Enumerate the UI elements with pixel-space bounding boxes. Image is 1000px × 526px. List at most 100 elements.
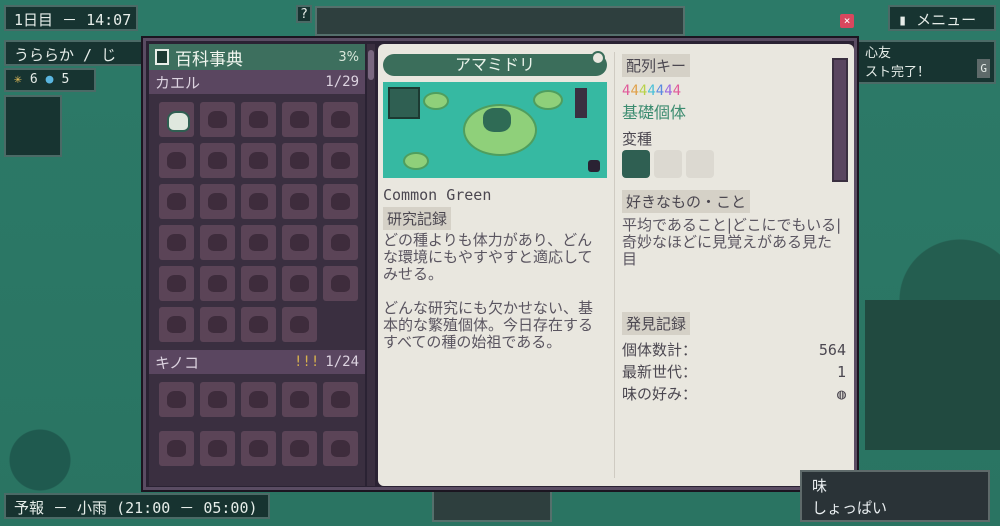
- unknown-species-silhouette: [167, 152, 186, 169]
- resource-2: 5: [61, 72, 70, 87]
- species-slot[interactable]: [200, 307, 235, 342]
- species-slot[interactable]: [241, 102, 276, 137]
- species-slot[interactable]: [323, 143, 358, 178]
- encyclopedia-title: 百科事典: [175, 49, 243, 70]
- unknown-species-silhouette: [167, 440, 186, 457]
- help-button[interactable]: ?: [296, 5, 312, 23]
- unknown-species-silhouette: [290, 275, 309, 292]
- unknown-species-silhouette: [167, 193, 186, 210]
- species-slot[interactable]: [200, 143, 235, 178]
- species-slot[interactable]: [282, 307, 317, 342]
- species-slot[interactable]: [323, 266, 358, 301]
- frog-sprite: [483, 108, 511, 132]
- species-slot[interactable]: [159, 382, 194, 417]
- close-icon[interactable]: ×: [840, 14, 854, 28]
- unknown-species-silhouette: [249, 275, 268, 292]
- species-slot[interactable]: [282, 143, 317, 178]
- species-slot[interactable]: [241, 143, 276, 178]
- species-name-en: Common Green: [383, 186, 492, 204]
- section-count: 1/24: [325, 354, 359, 370]
- unknown-species-silhouette: [290, 193, 309, 210]
- variant-slot[interactable]: [622, 150, 650, 178]
- stat-value: 1: [836, 363, 846, 381]
- unknown-species-silhouette: [208, 440, 227, 457]
- species-slot[interactable]: [159, 431, 194, 466]
- unknown-species-silhouette: [249, 193, 268, 210]
- unknown-species-silhouette: [249, 440, 268, 457]
- species-slot[interactable]: [323, 184, 358, 219]
- tool-bar-top[interactable]: [315, 6, 685, 36]
- unknown-species-silhouette: [208, 275, 227, 292]
- taste-icon[interactable]: ◍: [837, 383, 846, 405]
- species-slot[interactable]: [159, 225, 194, 260]
- species-slot[interactable]: [323, 382, 358, 417]
- unknown-species-silhouette: [208, 152, 227, 169]
- species-name-banner: アマミドリ: [383, 51, 607, 76]
- species-slot[interactable]: [241, 225, 276, 260]
- variant-slots: [622, 150, 846, 182]
- tooltip-text: しょっぱい: [812, 499, 888, 517]
- camera-icon[interactable]: [588, 160, 600, 172]
- scrollbar-thumb[interactable]: [368, 50, 374, 80]
- species-slot[interactable]: [200, 225, 235, 260]
- tool-bar-bottom[interactable]: [432, 490, 552, 522]
- species-slot[interactable]: [323, 225, 358, 260]
- unknown-species-silhouette: [290, 152, 309, 169]
- section-count: 1/29: [325, 74, 359, 90]
- quest-notice-line1: 心友: [865, 46, 892, 61]
- terrain-patch: [865, 300, 1000, 450]
- sequence-digit: 4: [664, 83, 673, 99]
- species-slot[interactable]: [241, 382, 276, 417]
- encyclopedia-header: 百科事典 3%: [149, 44, 365, 70]
- species-slot[interactable]: [241, 184, 276, 219]
- species-list-panel: 百科事典 3% カエル 1/29 キノコ !!! 1/24: [149, 44, 365, 486]
- sequence-digit: 4: [647, 83, 656, 99]
- species-slot[interactable]: [159, 307, 194, 342]
- menu-button[interactable]: ▮ メニュー: [888, 5, 996, 31]
- variant-slot[interactable]: [686, 150, 714, 178]
- species-slot[interactable]: [200, 431, 235, 466]
- date-time-display: 1日目 － 14:07: [4, 5, 138, 31]
- species-slot[interactable]: [241, 307, 276, 342]
- species-slot[interactable]: [159, 184, 194, 219]
- resource-display: ✳ 6 ● 5: [4, 68, 96, 92]
- scrollbar[interactable]: [367, 44, 375, 486]
- species-slot[interactable]: [282, 225, 317, 260]
- unknown-species-silhouette: [208, 111, 227, 128]
- species-slot[interactable]: [159, 266, 194, 301]
- sun-icon: ✳: [14, 72, 22, 87]
- species-slot[interactable]: [200, 266, 235, 301]
- species-slot[interactable]: [323, 102, 358, 137]
- species-slot[interactable]: [200, 382, 235, 417]
- stat-row: 味の好み： ◍: [622, 383, 846, 405]
- species-slot[interactable]: [282, 102, 317, 137]
- species-slot[interactable]: [241, 266, 276, 301]
- quest-notice: 心友 スト完了！ G: [855, 40, 996, 84]
- species-slot[interactable]: [282, 184, 317, 219]
- species-slot[interactable]: [159, 102, 194, 137]
- section-header-mushrooms[interactable]: キノコ !!! 1/24: [149, 350, 365, 374]
- drop-icon: ●: [45, 72, 54, 87]
- unknown-species-silhouette: [249, 391, 268, 408]
- gene-bar-icon: [575, 88, 587, 118]
- species-slot[interactable]: [323, 431, 358, 466]
- species-slot[interactable]: [159, 143, 194, 178]
- variant-slot[interactable]: [654, 150, 682, 178]
- banner-ornament: [591, 51, 605, 65]
- unknown-species-silhouette: [331, 152, 350, 169]
- lily-pad: [403, 152, 429, 170]
- detail-right-column: 配列キー 4444444 基礎個体 変種 好きなもの・こと 平均であること|どこ…: [622, 54, 846, 405]
- unknown-species-silhouette: [249, 234, 268, 251]
- species-slot[interactable]: [282, 382, 317, 417]
- unknown-species-silhouette: [331, 391, 350, 408]
- weather-text: うららか / じ: [14, 46, 117, 64]
- variant-label: 変種: [622, 130, 653, 148]
- alert-icon: !!!: [293, 354, 320, 370]
- species-slot[interactable]: [200, 102, 235, 137]
- species-slot[interactable]: [241, 431, 276, 466]
- species-slot[interactable]: [200, 184, 235, 219]
- species-slot[interactable]: [282, 266, 317, 301]
- unknown-species-silhouette: [331, 111, 350, 128]
- section-header-frogs[interactable]: カエル 1/29: [149, 70, 365, 94]
- species-slot[interactable]: [282, 431, 317, 466]
